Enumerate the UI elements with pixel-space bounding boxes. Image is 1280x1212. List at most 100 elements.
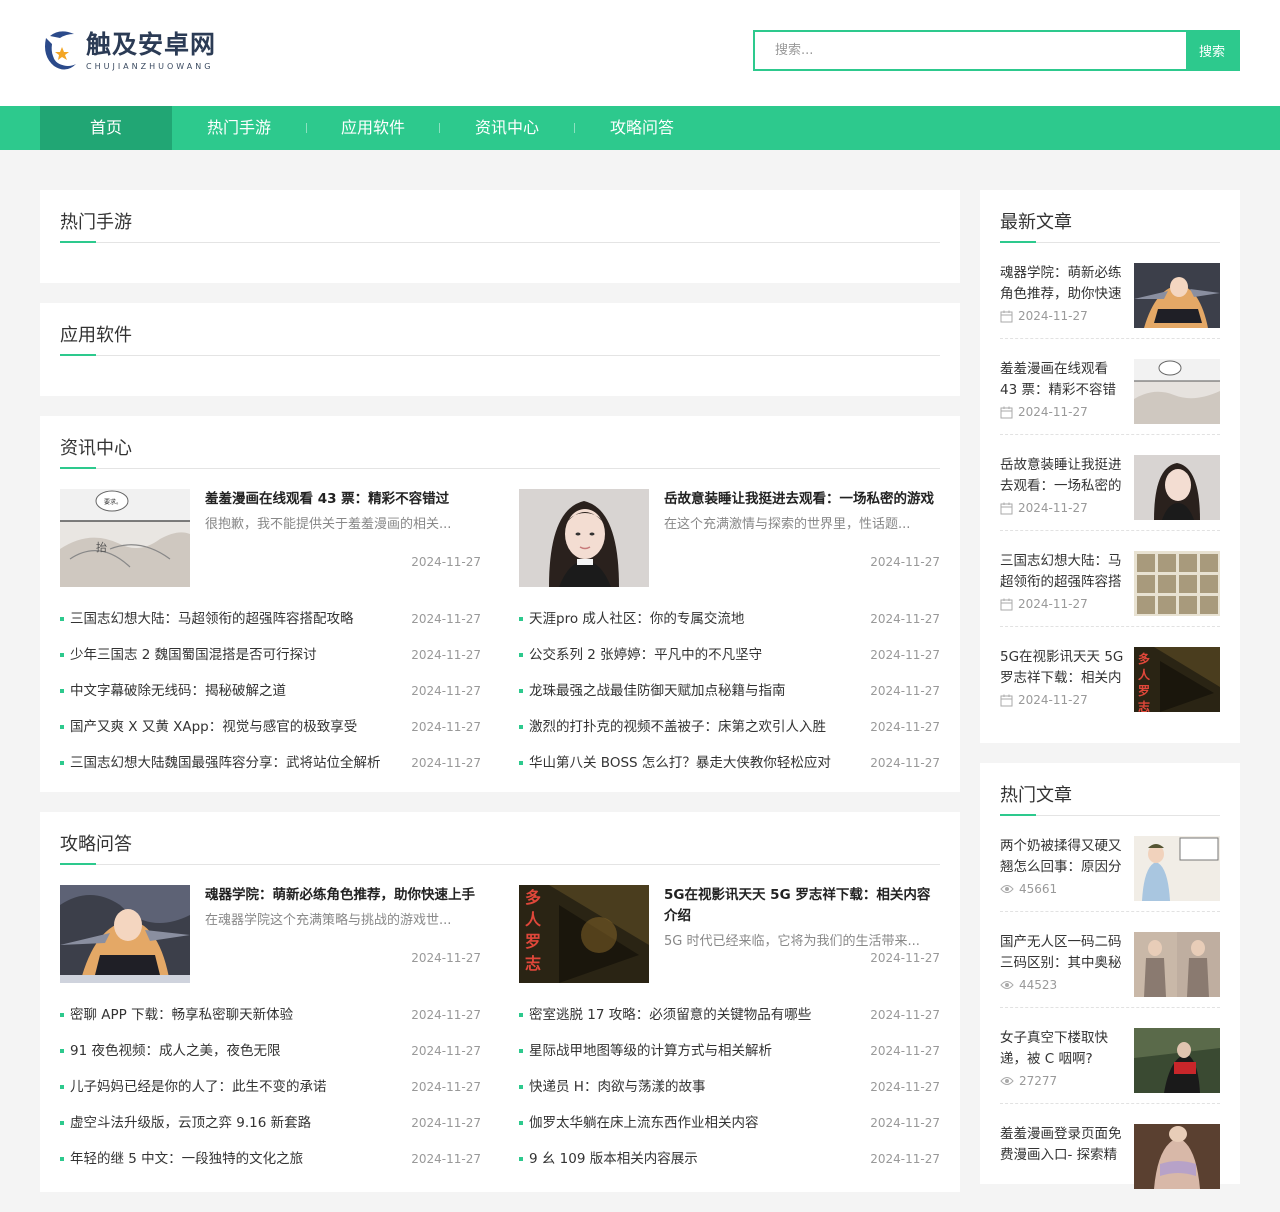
eye-icon bbox=[1000, 1075, 1014, 1087]
sidebar-article-title[interactable]: 三国志幻想大陆：马超领衔的超强阵容搭配攻略 bbox=[1000, 551, 1126, 593]
sidebar-article[interactable]: 两个奶被揉得又硬又翘怎么回事：原因分析 45661 bbox=[1000, 816, 1220, 912]
sidebar-thumbnail[interactable] bbox=[1134, 263, 1220, 328]
search-input[interactable] bbox=[755, 32, 1186, 69]
list-item[interactable]: 9 幺 109 版本相关内容展示 2024-11-27 bbox=[519, 1141, 940, 1177]
list-item-title[interactable]: 龙珠最强之战最佳防御天赋加点秘籍与指南 bbox=[529, 673, 860, 709]
section-title: 热门文章 bbox=[1000, 763, 1220, 816]
list-item[interactable]: 密聊 APP 下载：畅享私密聊天新体验 2024-11-27 bbox=[60, 997, 481, 1033]
article-thumbnail[interactable]: 多 人 罗 志 bbox=[519, 885, 649, 983]
list-item[interactable]: 龙珠最强之战最佳防御天赋加点秘籍与指南 2024-11-27 bbox=[519, 673, 940, 709]
sidebar-article-title[interactable]: 岳故意装睡让我挺进去观看：一场私密的游戏 bbox=[1000, 455, 1126, 497]
list-item-title[interactable]: 伽罗太华躺在床上流东西作业相关内容 bbox=[529, 1105, 860, 1141]
list-item[interactable]: 星际战甲地图等级的计算方式与相关解析 2024-11-27 bbox=[519, 1033, 940, 1069]
list-item[interactable]: 密室逃脱 17 攻略：必须留意的关键物品有哪些 2024-11-27 bbox=[519, 997, 940, 1033]
sidebar-article[interactable]: 女子真空下楼取快递，被 C 咽啊? 27277 bbox=[1000, 1008, 1220, 1104]
list-item[interactable]: 儿子妈妈已经是你的人了：此生不变的承诺 2024-11-27 bbox=[60, 1069, 481, 1105]
list-item[interactable]: 91 夜色视频：成人之美，夜色无限 2024-11-27 bbox=[60, 1033, 481, 1069]
list-item-title[interactable]: 快递员 H：肉欲与荡漾的故事 bbox=[529, 1069, 860, 1105]
sidebar-article-title[interactable]: 羞羞漫画在线观看 43 票：精彩不容错过 bbox=[1000, 359, 1126, 401]
list-item[interactable]: 天涯pro 成人社区：你的专属交流地 2024-11-27 bbox=[519, 601, 940, 637]
list-item[interactable]: 激烈的打扑克的视频不盖被子：床第之欢引人入胜 2024-11-27 bbox=[519, 709, 940, 745]
list-item[interactable]: 华山第八关 BOSS 怎么打？暴走大侠教你轻松应对 2024-11-27 bbox=[519, 745, 940, 781]
featured-article[interactable]: 岳故意装睡让我挺进去观看：一场私密的游戏 在这个充满激情与探索的世界里，性话题.… bbox=[519, 489, 940, 587]
article-title[interactable]: 羞羞漫画在线观看 43 票：精彩不容错过 bbox=[205, 489, 481, 510]
article-title[interactable]: 5G在视影讯天天 5G 罗志祥下载：相关内容介绍 bbox=[664, 885, 940, 927]
sidebar-article-title[interactable]: 5G在视影讯天天 5G 罗志祥下载：相关内容介绍 bbox=[1000, 647, 1126, 689]
list-item[interactable]: 三国志幻想大陆：马超领衔的超强阵容搭配攻略 2024-11-27 bbox=[60, 601, 481, 637]
nav-apps[interactable]: 应用软件 bbox=[307, 106, 439, 150]
list-item-title[interactable]: 密室逃脱 17 攻略：必须留意的关键物品有哪些 bbox=[529, 997, 860, 1033]
list-item-title[interactable]: 华山第八关 BOSS 怎么打？暴走大侠教你轻松应对 bbox=[529, 745, 860, 781]
bullet-icon bbox=[519, 601, 529, 637]
list-item-title[interactable]: 91 夜色视频：成人之美，夜色无限 bbox=[70, 1033, 401, 1069]
article-thumbnail[interactable] bbox=[60, 885, 190, 983]
sidebar-article-title[interactable]: 两个奶被揉得又硬又翘怎么回事：原因分析 bbox=[1000, 836, 1126, 878]
sidebar-article-title[interactable]: 国产无人区一码二码三码区别：其中奥秘 bbox=[1000, 932, 1126, 974]
list-item-title[interactable]: 少年三国志 2 魏国蜀国混搭是否可行探讨 bbox=[70, 637, 401, 673]
list-item[interactable]: 三国志幻想大陆魏国最强阵容分享：武将站位全解析 2024-11-27 bbox=[60, 745, 481, 781]
featured-article[interactable]: 要求。 抬 羞羞漫画在线观看 43 票：精彩不容错过 很抱歉，我不能提供关于羞羞… bbox=[60, 489, 481, 587]
article-thumbnail[interactable] bbox=[519, 489, 649, 587]
list-item[interactable]: 公交系列 2 张婷婷：平凡中的不凡坚守 2024-11-27 bbox=[519, 637, 940, 673]
list-item[interactable]: 中文字幕破除无线码：揭秘破解之道 2024-11-27 bbox=[60, 673, 481, 709]
sidebar-article[interactable]: 国产无人区一码二码三码区别：其中奥秘 44523 bbox=[1000, 912, 1220, 1008]
sidebar-thumbnail[interactable]: 多人罗志 bbox=[1134, 647, 1220, 712]
article-list: 天涯pro 成人社区：你的专属交流地 2024-11-27 公交系列 2 张婷婷：… bbox=[519, 601, 940, 781]
list-item-date: 2024-11-27 bbox=[411, 756, 481, 770]
sidebar-thumbnail[interactable] bbox=[1134, 551, 1220, 616]
sidebar-article[interactable]: 羞羞漫画在线观看 43 票：精彩不容错过 2024-11-27 bbox=[1000, 339, 1220, 435]
nav-guides[interactable]: 攻略问答 bbox=[575, 106, 709, 150]
list-item-title[interactable]: 密聊 APP 下载：畅享私密聊天新体验 bbox=[70, 997, 401, 1033]
list-item-title[interactable]: 三国志幻想大陆魏国最强阵容分享：武将站位全解析 bbox=[70, 745, 401, 781]
search-button[interactable]: 搜索 bbox=[1186, 32, 1238, 69]
article-excerpt: 在这个充满激情与探索的世界里，性话题... bbox=[664, 517, 911, 532]
featured-article[interactable]: 魂器学院：萌新必练角色推荐，助你快速上手 在魂器学院这个充满策略与挑战的游戏世.… bbox=[60, 885, 481, 983]
sidebar-thumbnail[interactable] bbox=[1134, 359, 1220, 424]
list-item-date: 2024-11-27 bbox=[870, 720, 940, 734]
list-item-title[interactable]: 儿子妈妈已经是你的人了：此生不变的承诺 bbox=[70, 1069, 401, 1105]
list-item-title[interactable]: 激烈的打扑克的视频不盖被子：床第之欢引人入胜 bbox=[529, 709, 860, 745]
site-header: 触及安卓网 CHUJIANZHUOWANG 搜索 bbox=[0, 0, 1280, 106]
list-item-title[interactable]: 虚空斗法升级版，云顶之弈 9.16 新套路 bbox=[70, 1105, 401, 1141]
article-title[interactable]: 岳故意装睡让我挺进去观看：一场私密的游戏 bbox=[664, 489, 940, 510]
sidebar-thumbnail[interactable] bbox=[1134, 836, 1220, 901]
list-item-date: 2024-11-27 bbox=[870, 1044, 940, 1058]
sidebar-article-title[interactable]: 魂器学院：萌新必练角色推荐，助你快速上手 bbox=[1000, 263, 1126, 305]
list-item[interactable]: 虚空斗法升级版，云顶之弈 9.16 新套路 2024-11-27 bbox=[60, 1105, 481, 1141]
list-item[interactable]: 少年三国志 2 魏国蜀国混搭是否可行探讨 2024-11-27 bbox=[60, 637, 481, 673]
list-item[interactable]: 快递员 H：肉欲与荡漾的故事 2024-11-27 bbox=[519, 1069, 940, 1105]
sidebar-thumbnail[interactable] bbox=[1134, 455, 1220, 520]
article-thumbnail[interactable]: 要求。 抬 bbox=[60, 489, 190, 587]
list-item-title[interactable]: 天涯pro 成人社区：你的专属交流地 bbox=[529, 601, 860, 637]
list-item-title[interactable]: 三国志幻想大陆：马超领衔的超强阵容搭配攻略 bbox=[70, 601, 401, 637]
sidebar-article[interactable]: 5G在视影讯天天 5G 罗志祥下载：相关内容介绍 2024-11-27 多人罗志 bbox=[1000, 627, 1220, 723]
sidebar-article[interactable]: 三国志幻想大陆：马超领衔的超强阵容搭配攻略 2024-11-27 bbox=[1000, 531, 1220, 627]
list-item-title[interactable]: 年轻的继 5 中文：一段独特的文化之旅 bbox=[70, 1141, 401, 1177]
sidebar-article-date: 2024-11-27 bbox=[1018, 597, 1088, 611]
sidebar-article[interactable]: 魂器学院：萌新必练角色推荐，助你快速上手 2024-11-27 bbox=[1000, 243, 1220, 339]
sidebar-article[interactable]: 岳故意装睡让我挺进去观看：一场私密的游戏 2024-11-27 bbox=[1000, 435, 1220, 531]
list-item-title[interactable]: 公交系列 2 张婷婷：平凡中的不凡坚守 bbox=[529, 637, 860, 673]
featured-article[interactable]: 多 人 罗 志 5G在视影讯天天 5G 罗志祥下载：相关内容介绍 5G 时代已经… bbox=[519, 885, 940, 983]
list-item-title[interactable]: 星际战甲地图等级的计算方式与相关解析 bbox=[529, 1033, 860, 1069]
sidebar-article-date: 2024-11-27 bbox=[1018, 693, 1088, 707]
site-logo[interactable]: 触及安卓网 CHUJIANZHUOWANG bbox=[40, 28, 216, 74]
list-item-title[interactable]: 9 幺 109 版本相关内容展示 bbox=[529, 1141, 860, 1177]
sidebar-thumbnail[interactable] bbox=[1134, 932, 1220, 997]
nav-news[interactable]: 资讯中心 bbox=[440, 106, 574, 150]
latest-articles: 最新文章 魂器学院：萌新必练角色推荐，助你快速上手 2024-11-27 羞羞漫… bbox=[980, 190, 1240, 743]
sidebar-thumbnail[interactable] bbox=[1134, 1028, 1220, 1093]
list-item[interactable]: 伽罗太华躺在床上流东西作业相关内容 2024-11-27 bbox=[519, 1105, 940, 1141]
list-item-title[interactable]: 国产又爽 X 又黄 XApp：视觉与感官的极致享受 bbox=[70, 709, 401, 745]
list-item[interactable]: 国产又爽 X 又黄 XApp：视觉与感官的极致享受 2024-11-27 bbox=[60, 709, 481, 745]
list-item[interactable]: 年轻的继 5 中文：一段独特的文化之旅 2024-11-27 bbox=[60, 1141, 481, 1177]
nav-home[interactable]: 首页 bbox=[40, 106, 172, 150]
sidebar-article[interactable]: 羞羞漫画登录页面免费漫画入口- 探索精彩 23930 bbox=[1000, 1104, 1220, 1189]
section-title: 资讯中心 bbox=[60, 416, 940, 469]
sidebar-article-title[interactable]: 羞羞漫画登录页面免费漫画入口- 探索精彩 bbox=[1000, 1124, 1126, 1166]
list-item-title[interactable]: 中文字幕破除无线码：揭秘破解之道 bbox=[70, 673, 401, 709]
nav-hot-games[interactable]: 热门手游 bbox=[172, 106, 306, 150]
sidebar-thumbnail[interactable] bbox=[1134, 1124, 1220, 1189]
article-title[interactable]: 魂器学院：萌新必练角色推荐，助你快速上手 bbox=[205, 885, 481, 906]
sidebar-article-title[interactable]: 女子真空下楼取快递，被 C 咽啊? bbox=[1000, 1028, 1126, 1070]
